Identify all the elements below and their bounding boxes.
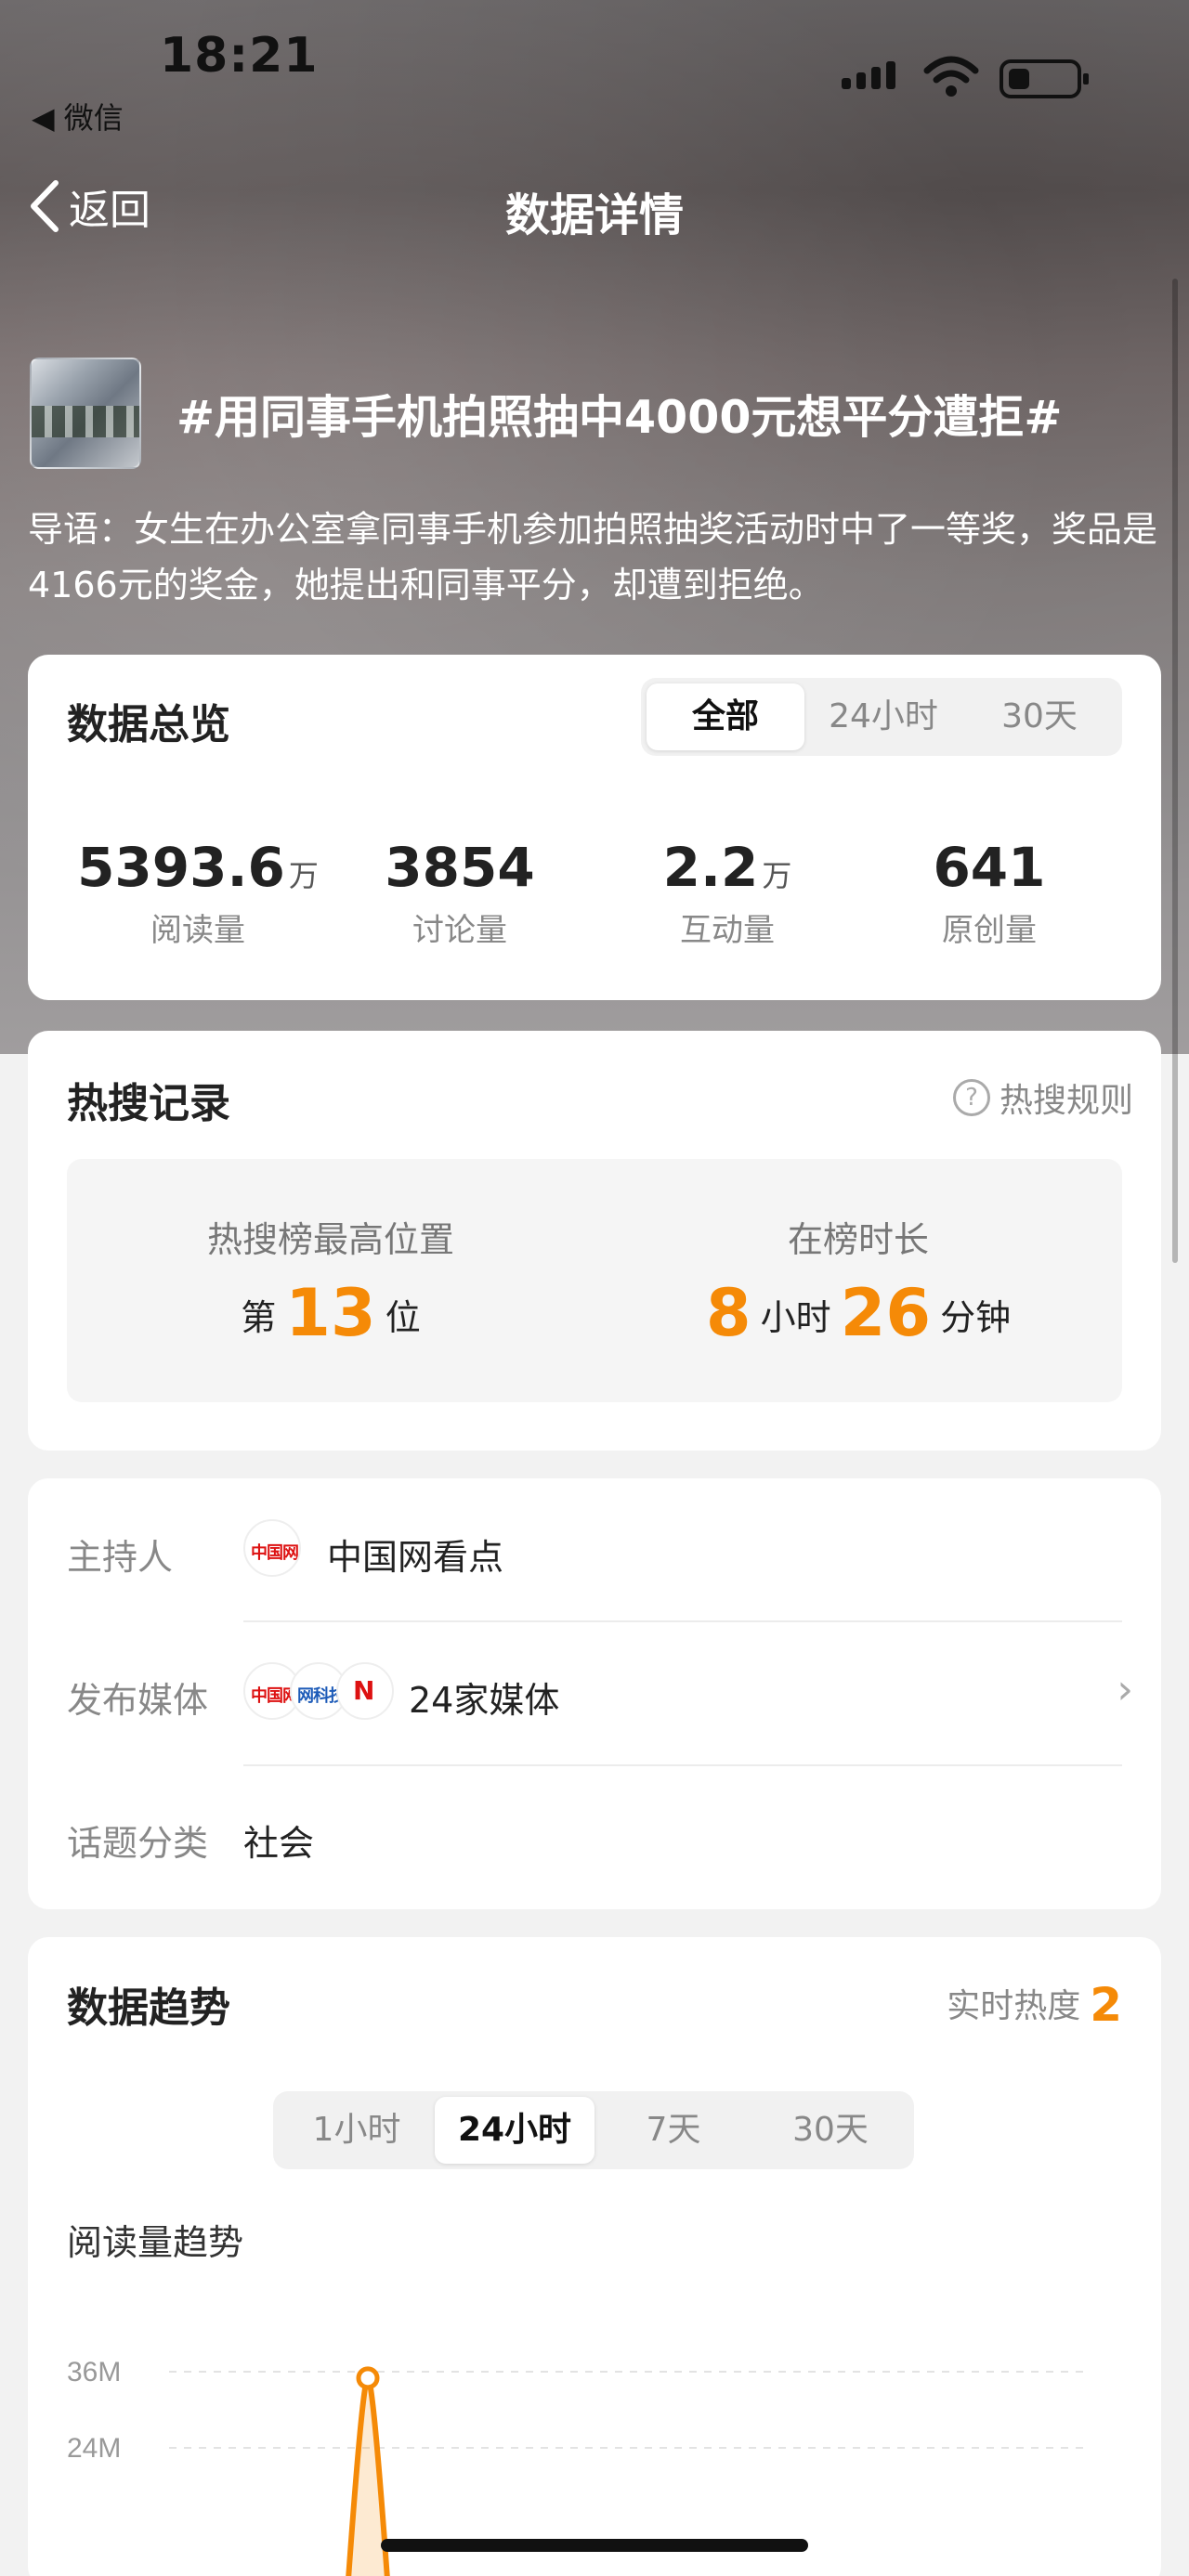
signal-icon	[842, 61, 895, 89]
tab-7d[interactable]: 7天	[594, 2097, 752, 2164]
topic-thumbnail[interactable]	[30, 358, 141, 469]
hot-record-box: 热搜榜最高位置 第 13 位 在榜时长 8 小时 26 分钟	[67, 1159, 1122, 1402]
overview-tabs: 全部 24小时 30天	[641, 678, 1122, 756]
stat-unit: 万	[762, 858, 792, 893]
stat-value: 3854	[385, 836, 535, 899]
stat-reads: 5393.6 万 阅读量	[72, 836, 323, 950]
data-point[interactable]	[356, 2366, 380, 2390]
battery-icon	[1000, 59, 1089, 98]
stat-unit: 万	[288, 858, 319, 893]
stat-value: 5393.6	[77, 836, 285, 899]
tab-30d[interactable]: 30天	[752, 2097, 908, 2164]
media-count[interactable]: 24家媒体	[409, 1672, 559, 1723]
category-label: 话题分类	[67, 1823, 209, 1864]
scrollbar[interactable]	[1172, 279, 1178, 1263]
media-avatar[interactable]: N	[336, 1662, 394, 1720]
duration: 在榜时长 8 小时 26 分钟	[594, 1211, 1122, 1351]
duration-caption: 在榜时长	[787, 1219, 929, 1260]
logo-text: 中国网	[251, 1543, 299, 1563]
home-indicator[interactable]	[381, 2539, 808, 2552]
stat-label: 互动量	[680, 912, 775, 949]
hot-rule-link[interactable]: ? 热搜规则	[952, 1073, 1133, 1122]
heat-value: 2	[1090, 1978, 1122, 2032]
stat-original: 641 原创量	[864, 836, 1115, 950]
trend-title: 数据趋势	[67, 1984, 230, 2032]
highest-position: 热搜榜最高位置 第 13 位	[67, 1211, 594, 1351]
minutes-unit: 分钟	[940, 1297, 1012, 1338]
chart-title: 阅读量趋势	[67, 2222, 244, 2263]
media-label: 发布媒体	[67, 1680, 209, 1721]
wifi-icon	[923, 54, 979, 104]
y-tick-label: 36M	[67, 2357, 121, 2387]
page-title: 数据详情	[504, 189, 684, 241]
rank-value: 13	[285, 1275, 376, 1351]
rank-prefix: 第	[241, 1297, 277, 1338]
hot-rule-label: 热搜规则	[999, 1082, 1133, 1120]
overview-title: 数据总览	[67, 701, 230, 748]
stat-label: 阅读量	[150, 912, 245, 949]
stat-interactions: 2.2 万 互动量	[602, 836, 853, 950]
trend-tabs: 1小时 24小时 7天 30天	[273, 2091, 914, 2169]
hot-record-title: 热搜记录	[67, 1080, 230, 1127]
stat-value: 641	[933, 836, 1046, 899]
host-avatar[interactable]: 中国网	[243, 1519, 301, 1577]
tab-all[interactable]: 全部	[647, 683, 804, 750]
topic-intro: 导语：女生在办公室拿同事手机参加拍照抽奖活动时中了一等奖，奖品是4166元的奖金…	[28, 509, 1158, 605]
stat-value: 2.2	[662, 836, 759, 899]
divider	[243, 1620, 1122, 1622]
realtime-heat: 实时热度 2	[947, 1978, 1122, 2032]
hours-value: 8	[705, 1275, 751, 1351]
stat-label: 讨论量	[412, 912, 507, 949]
logo-text: N	[353, 1675, 374, 1706]
highest-caption: 热搜榜最高位置	[206, 1219, 454, 1260]
tab-24h[interactable]: 24小时	[804, 683, 962, 750]
tab-24h[interactable]: 24小时	[435, 2097, 594, 2164]
status-time: 18:21	[160, 28, 319, 84]
stat-discussions: 3854 讨论量	[334, 836, 585, 950]
y-tick-label: 24M	[67, 2433, 121, 2464]
tab-30d[interactable]: 30天	[962, 683, 1117, 750]
hours-unit: 小时	[760, 1297, 831, 1338]
rank-suffix: 位	[385, 1297, 421, 1338]
host-label: 主持人	[67, 1537, 174, 1578]
host-name[interactable]: 中国网看点	[327, 1529, 503, 1580]
category-value: 社会	[243, 1823, 315, 1864]
minutes-value: 26	[840, 1275, 932, 1351]
back-to-wechat[interactable]: ◀ 微信	[32, 95, 124, 137]
tab-1h[interactable]: 1小时	[279, 2097, 435, 2164]
divider	[243, 1764, 1122, 1766]
heat-label: 实时热度	[947, 1987, 1081, 2025]
topic-title: #用同事手机拍照抽中4000元想平分遭拒#	[176, 391, 1063, 444]
chevron-right-icon[interactable]: ›	[1117, 1666, 1133, 1713]
question-icon: ?	[952, 1079, 990, 1116]
stat-label: 原创量	[942, 912, 1037, 949]
